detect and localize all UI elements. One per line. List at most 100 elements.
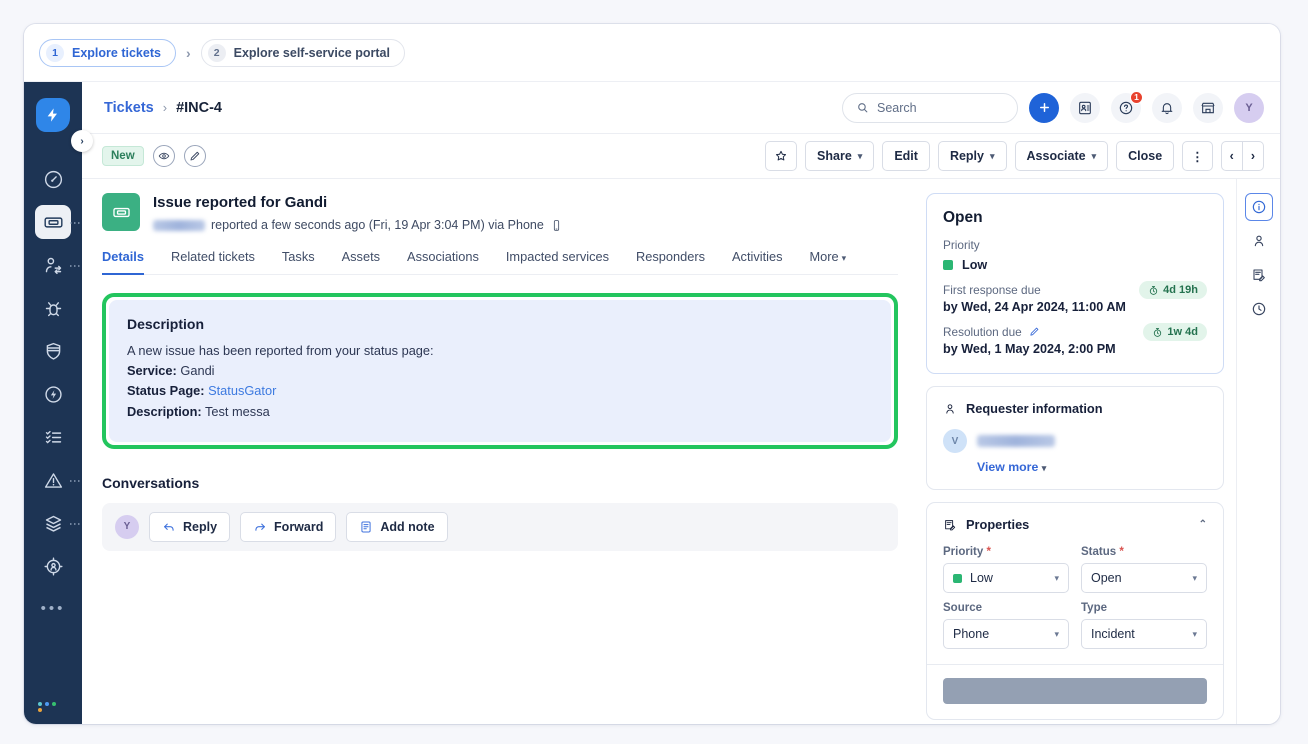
- sidebar-item-problems[interactable]: [24, 287, 82, 330]
- reply-button[interactable]: Reply: [149, 512, 230, 542]
- description-heading: Description: [127, 316, 873, 332]
- sidebar-item-tickets[interactable]: ⋮: [24, 201, 82, 244]
- description-row-status-page: Status Page: StatusGator: [127, 381, 873, 401]
- properties-card-header[interactable]: Properties ⌃: [943, 517, 1207, 532]
- forward-arrow-icon: [253, 520, 267, 534]
- tab-assets[interactable]: Assets: [342, 249, 380, 275]
- sidebar-overflow-menu[interactable]: ⋮: [72, 260, 78, 272]
- reply-arrow-icon: [162, 520, 176, 534]
- chevron-down-icon: ▾: [1042, 463, 1047, 473]
- forward-button[interactable]: Forward: [240, 512, 336, 542]
- onboarding-step-explore-tickets[interactable]: 1 Explore tickets: [39, 39, 176, 67]
- sidebar-overflow-menu[interactable]: ⋮: [72, 217, 78, 229]
- associate-button[interactable]: Associate ▾: [1015, 141, 1109, 171]
- breadcrumb-tickets-link[interactable]: Tickets: [104, 100, 154, 116]
- resolution-text: Resolution due by Wed, 1 May 2024, 2:00 …: [943, 314, 1116, 356]
- ticket-type-icon: [102, 193, 140, 231]
- marketplace-button[interactable]: [1193, 93, 1223, 123]
- status-page-link[interactable]: StatusGator: [208, 383, 276, 398]
- chevron-down-icon: ▾: [1054, 573, 1059, 584]
- favorite-star-button[interactable]: [765, 141, 797, 171]
- description-label: Description:: [127, 404, 202, 419]
- star-icon: [774, 149, 788, 163]
- sidebar-item-dashboard[interactable]: [24, 158, 82, 201]
- ticket-side-panel: Open Priority Low First response due by …: [918, 179, 1236, 724]
- close-button[interactable]: Close: [1116, 141, 1174, 171]
- sidebar-item-workflows[interactable]: [24, 545, 82, 588]
- reply-button[interactable]: Reply ▾: [938, 141, 1007, 171]
- notifications-button[interactable]: [1152, 93, 1182, 123]
- priority-value-row: Low: [943, 258, 1207, 272]
- tab-more[interactable]: More▾: [810, 249, 847, 275]
- first-response-value: by Wed, 24 Apr 2024, 11:00 AM: [943, 300, 1126, 314]
- sidebar-item-assets[interactable]: ⋮: [24, 502, 82, 545]
- type-select[interactable]: Incident ▾: [1081, 619, 1207, 649]
- priority-select[interactable]: Low ▾: [943, 563, 1069, 593]
- timer-icon: [1152, 327, 1163, 338]
- sidebar-overflow-menu[interactable]: ⋮: [72, 518, 78, 530]
- properties-icon: [1251, 267, 1267, 283]
- sidebar-item-customers[interactable]: ⋮: [24, 244, 82, 287]
- properties-icon: [943, 518, 957, 532]
- rail-details-button[interactable]: [1245, 193, 1273, 221]
- pencil-icon: [1029, 326, 1040, 337]
- onboarding-step-explore-portal[interactable]: 2 Explore self-service portal: [201, 39, 405, 67]
- checklist-icon: [43, 427, 64, 448]
- sidebar-item-alerts[interactable]: ⋮: [24, 459, 82, 502]
- search-placeholder: Search: [877, 101, 917, 115]
- tab-responders[interactable]: Responders: [636, 249, 705, 275]
- tab-associations[interactable]: Associations: [407, 249, 479, 275]
- main-column: Tickets › #INC-4 Search: [82, 82, 1280, 724]
- help-button[interactable]: 1: [1111, 93, 1141, 123]
- forward-label: Forward: [274, 520, 323, 534]
- add-note-button[interactable]: Add note: [346, 512, 447, 542]
- sidebar-item-tasks[interactable]: [24, 416, 82, 459]
- status-select[interactable]: Open ▾: [1081, 563, 1207, 593]
- ticket-action-bar: New Share ▾ Edit: [82, 134, 1280, 179]
- previous-ticket-button[interactable]: ‹: [1221, 141, 1243, 171]
- requester-row[interactable]: V: [943, 429, 1207, 453]
- tab-tasks[interactable]: Tasks: [282, 249, 315, 275]
- source-select[interactable]: Phone ▾: [943, 619, 1069, 649]
- brand-bolt-icon[interactable]: [36, 98, 70, 132]
- sidebar-collapse-toggle[interactable]: ›: [71, 130, 93, 152]
- search-input[interactable]: Search: [842, 93, 1018, 123]
- tab-details[interactable]: Details: [102, 249, 144, 275]
- share-button[interactable]: Share ▾: [805, 141, 874, 171]
- properties-update-button[interactable]: [943, 678, 1207, 704]
- tab-impacted-services[interactable]: Impacted services: [506, 249, 609, 275]
- sidebar-item-releases[interactable]: [24, 373, 82, 416]
- more-actions-button[interactable]: ⋮: [1182, 141, 1213, 171]
- watch-icon[interactable]: [153, 145, 175, 167]
- rail-properties-button[interactable]: [1245, 261, 1273, 289]
- tab-activities[interactable]: Activities: [732, 249, 783, 275]
- next-ticket-button[interactable]: ›: [1243, 141, 1264, 171]
- pencil-icon[interactable]: [184, 145, 206, 167]
- rail-requester-button[interactable]: [1245, 227, 1273, 255]
- edit-button[interactable]: Edit: [882, 141, 930, 171]
- sidebar-status-dots: [38, 702, 57, 712]
- contacts-button[interactable]: [1070, 93, 1100, 123]
- resolution-label-row: Resolution due: [943, 325, 1116, 339]
- view-more-button[interactable]: View more ▾: [977, 460, 1207, 474]
- sidebar-item-changes[interactable]: [24, 330, 82, 373]
- store-icon: [1200, 100, 1216, 116]
- sidebar-overflow-menu[interactable]: ⋮: [72, 475, 78, 487]
- rail-activity-button[interactable]: [1245, 295, 1273, 323]
- chevron-up-icon[interactable]: ⌃: [1199, 519, 1207, 530]
- page-breadcrumb: Tickets › #INC-4: [104, 100, 222, 116]
- reply-label: Reply: [183, 520, 217, 534]
- breadcrumb-separator-icon: ›: [186, 45, 191, 61]
- profile-avatar[interactable]: Y: [1234, 93, 1264, 123]
- edit-label: Edit: [894, 149, 918, 163]
- chevron-down-icon: ▾: [1192, 573, 1197, 584]
- sidebar-more-button[interactable]: •••: [24, 600, 82, 617]
- ticket-icon: [43, 212, 64, 233]
- first-response-text: First response due by Wed, 24 Apr 2024, …: [943, 272, 1126, 314]
- add-button[interactable]: [1029, 93, 1059, 123]
- requester-name-redacted: [977, 435, 1055, 447]
- requester-name-redacted: [153, 220, 205, 231]
- tab-related-tickets[interactable]: Related tickets: [171, 249, 255, 275]
- status-page-label: Status Page:: [127, 383, 205, 398]
- resolution-label: Resolution due: [943, 325, 1022, 339]
